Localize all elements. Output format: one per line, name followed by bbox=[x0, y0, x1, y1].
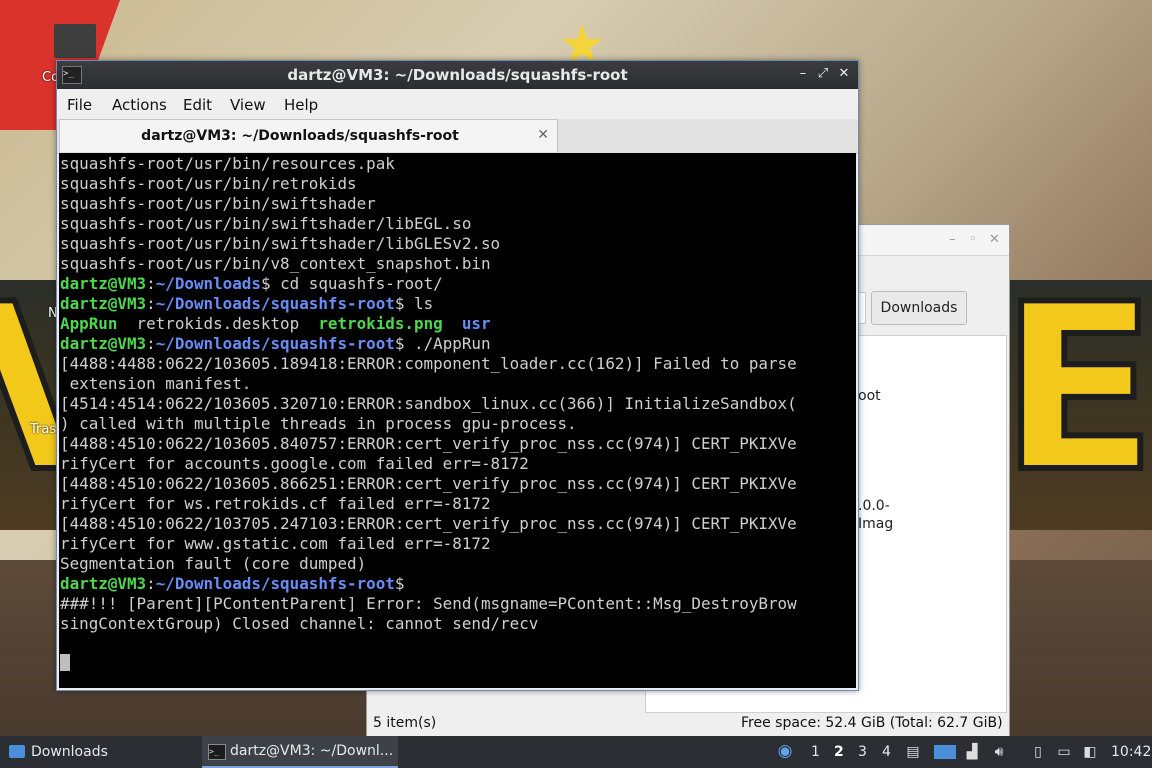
minimize-icon[interactable]: – bbox=[949, 232, 956, 247]
output-line: [4514:4514:0622/103605.320710:ERROR:sand… bbox=[60, 394, 797, 413]
folder-icon bbox=[9, 745, 25, 758]
terminal-window: >_ dartz@VM3: ~/Downloads/squashfs-root … bbox=[56, 60, 859, 691]
volume-icon[interactable]: 🔊︎ bbox=[991, 744, 1007, 760]
prompt-path: ~/Downloads/squashfs-root bbox=[155, 334, 395, 353]
file-label-fragment[interactable]: .0.0- bbox=[858, 498, 890, 514]
prompt-line: dartz@VM3:~/Downloads/squashfs-root$ bbox=[60, 574, 405, 593]
file-label-fragment[interactable]: Imag bbox=[858, 516, 893, 532]
output-line: [4488:4510:0622/103605.866251:ERROR:cert… bbox=[60, 474, 797, 493]
output-line: [4488:4510:0622/103705.247103:ERROR:cert… bbox=[60, 514, 797, 533]
output-line: [4488:4510:0622/103605.840757:ERROR:cert… bbox=[60, 434, 797, 453]
prompt-line: dartz@VM3:~/Downloads$ cd squashfs-root/ bbox=[60, 274, 443, 293]
prompt-user: dartz@VM3 bbox=[60, 574, 147, 593]
tab-label: dartz@VM3: ~/Downloads/squashfs-root bbox=[141, 128, 459, 144]
taskbar-label: dartz@VM3: ~/Downl... bbox=[230, 743, 394, 759]
output-line: Segmentation fault (core dumped) bbox=[60, 554, 367, 573]
output-line: ) called with multiple threads in proces… bbox=[60, 414, 577, 433]
window-title: dartz@VM3: ~/Downloads/squashfs-root bbox=[287, 66, 628, 84]
path-button-downloads[interactable]: Downloads bbox=[871, 291, 967, 325]
menu-edit[interactable]: Edit bbox=[183, 96, 212, 114]
ls-entry-usr: usr bbox=[461, 314, 491, 333]
output-line: squashfs-root/usr/bin/retrokids bbox=[60, 174, 357, 193]
file-manager-statusbar: 5 item(s) Free space: 52.4 GiB (Total: 6… bbox=[367, 713, 1007, 735]
workspace-2[interactable]: 2 bbox=[834, 736, 844, 768]
tab-strip: dartz@VM3: ~/Downloads/squashfs-root ✕ bbox=[57, 119, 858, 154]
tab-close-icon[interactable]: ✕ bbox=[537, 127, 549, 143]
prompt-user: dartz@VM3 bbox=[60, 274, 147, 293]
terminal-icon: >_ bbox=[208, 744, 226, 760]
show-desktop-icon[interactable] bbox=[934, 745, 956, 759]
output-line: [4488:4488:0622/103605.189418:ERROR:comp… bbox=[60, 354, 797, 373]
taskbar: Downloads >_ dartz@VM3: ~/Downl... ◉ 1 2… bbox=[0, 736, 1152, 768]
output-line: ###!!! [Parent][PContentParent] Error: S… bbox=[60, 594, 797, 613]
prompt-path: ~/Downloads/squashfs-root bbox=[155, 574, 395, 593]
close-icon[interactable]: ✕ bbox=[989, 232, 1000, 247]
workspace-1[interactable]: 1 bbox=[811, 736, 820, 768]
desktop-icon-label-trash[interactable]: Tras bbox=[30, 422, 56, 437]
output-line: rifyCert for accounts.google.com failed … bbox=[60, 454, 529, 473]
close-icon[interactable]: ✕ bbox=[836, 66, 852, 82]
prompt-line: dartz@VM3:~/Downloads/squashfs-root$ ./A… bbox=[60, 334, 491, 353]
prompt-path: ~/Downloads bbox=[155, 274, 261, 293]
menu-help[interactable]: Help bbox=[284, 96, 318, 114]
prompt-path: ~/Downloads/squashfs-root bbox=[155, 294, 395, 313]
terminal-titlebar[interactable]: >_ dartz@VM3: ~/Downloads/squashfs-root … bbox=[57, 61, 858, 89]
output-line: squashfs-root/usr/bin/resources.pak bbox=[60, 154, 395, 173]
menu-view[interactable]: View bbox=[230, 96, 266, 114]
computer-desktop-icon[interactable] bbox=[54, 24, 96, 58]
output-line: rifyCert for ws.retrokids.cf failed err=… bbox=[60, 494, 491, 513]
output-line: squashfs-root/usr/bin/v8_context_snapsho… bbox=[60, 254, 491, 273]
workspace-3[interactable]: 3 bbox=[858, 736, 867, 768]
prompt-command: $ bbox=[394, 574, 405, 593]
output-line: squashfs-root/usr/bin/swiftshader/libGLE… bbox=[60, 234, 501, 253]
output-line: singContextGroup) Closed channel: cannot… bbox=[60, 614, 539, 633]
workspace-4[interactable]: 4 bbox=[882, 736, 891, 768]
maximize-icon[interactable]: ⤢ bbox=[815, 66, 831, 82]
prompt-user: dartz@VM3 bbox=[60, 294, 147, 313]
prompt-command: $ cd squashfs-root/ bbox=[260, 274, 443, 293]
app-launcher-icon[interactable]: ◉ bbox=[776, 743, 794, 761]
status-free-space: Free space: 52.4 GiB (Total: 62.7 GiB) bbox=[741, 715, 1003, 731]
terminal-output[interactable]: squashfs-root/usr/bin/resources.pak squa… bbox=[59, 153, 856, 688]
menu-actions[interactable]: Actions bbox=[112, 96, 167, 114]
lock-icon[interactable]: ▟ bbox=[964, 744, 980, 760]
taskbar-item-downloads[interactable]: Downloads bbox=[0, 736, 196, 768]
ls-entry-desktop: retrokids.desktop bbox=[136, 314, 300, 333]
output-line: squashfs-root/usr/bin/swiftshader bbox=[60, 194, 376, 213]
file-label-fragment[interactable]: oot bbox=[858, 388, 881, 404]
tab-terminal[interactable]: dartz@VM3: ~/Downloads/squashfs-root ✕ bbox=[59, 119, 558, 152]
network-icon[interactable]: ▭ bbox=[1056, 744, 1072, 760]
output-line: extension manifest. bbox=[60, 374, 252, 393]
output-line: squashfs-root/usr/bin/swiftshader/libEGL… bbox=[60, 214, 472, 233]
minimize-icon[interactable]: – bbox=[795, 66, 811, 82]
status-item-count: 5 item(s) bbox=[373, 715, 437, 731]
output-line: rifyCert for www.gstatic.com failed err=… bbox=[60, 534, 491, 553]
prompt-user: dartz@VM3 bbox=[60, 334, 147, 353]
menu-bar: File Actions Edit View Help bbox=[57, 89, 858, 119]
clock[interactable]: 10:42 bbox=[1111, 736, 1151, 768]
ls-output-line: AppRun retrokids.desktop retrokids.png u… bbox=[60, 314, 491, 334]
menu-file[interactable]: File bbox=[67, 96, 92, 114]
maximize-icon[interactable]: ◦ bbox=[969, 232, 977, 247]
prompt-line: dartz@VM3:~/Downloads/squashfs-root$ ls bbox=[60, 294, 434, 313]
clipboard-icon[interactable]: ▯ bbox=[1030, 744, 1046, 760]
notification-icon[interactable]: ◧ bbox=[1082, 744, 1098, 760]
ls-entry-apprun: AppRun bbox=[60, 314, 118, 333]
prompt-command: $ ./AppRun bbox=[394, 334, 491, 353]
file-manager-icon[interactable]: ▤ bbox=[905, 744, 921, 760]
text-cursor bbox=[60, 654, 70, 671]
taskbar-item-terminal[interactable]: >_ dartz@VM3: ~/Downl... bbox=[202, 736, 398, 768]
ls-entry-png: retrokids.png bbox=[318, 314, 443, 333]
wallpaper-letter-em: EM bbox=[997, 256, 1152, 523]
taskbar-label: Downloads bbox=[31, 744, 108, 760]
prompt-command: $ ls bbox=[394, 294, 434, 313]
